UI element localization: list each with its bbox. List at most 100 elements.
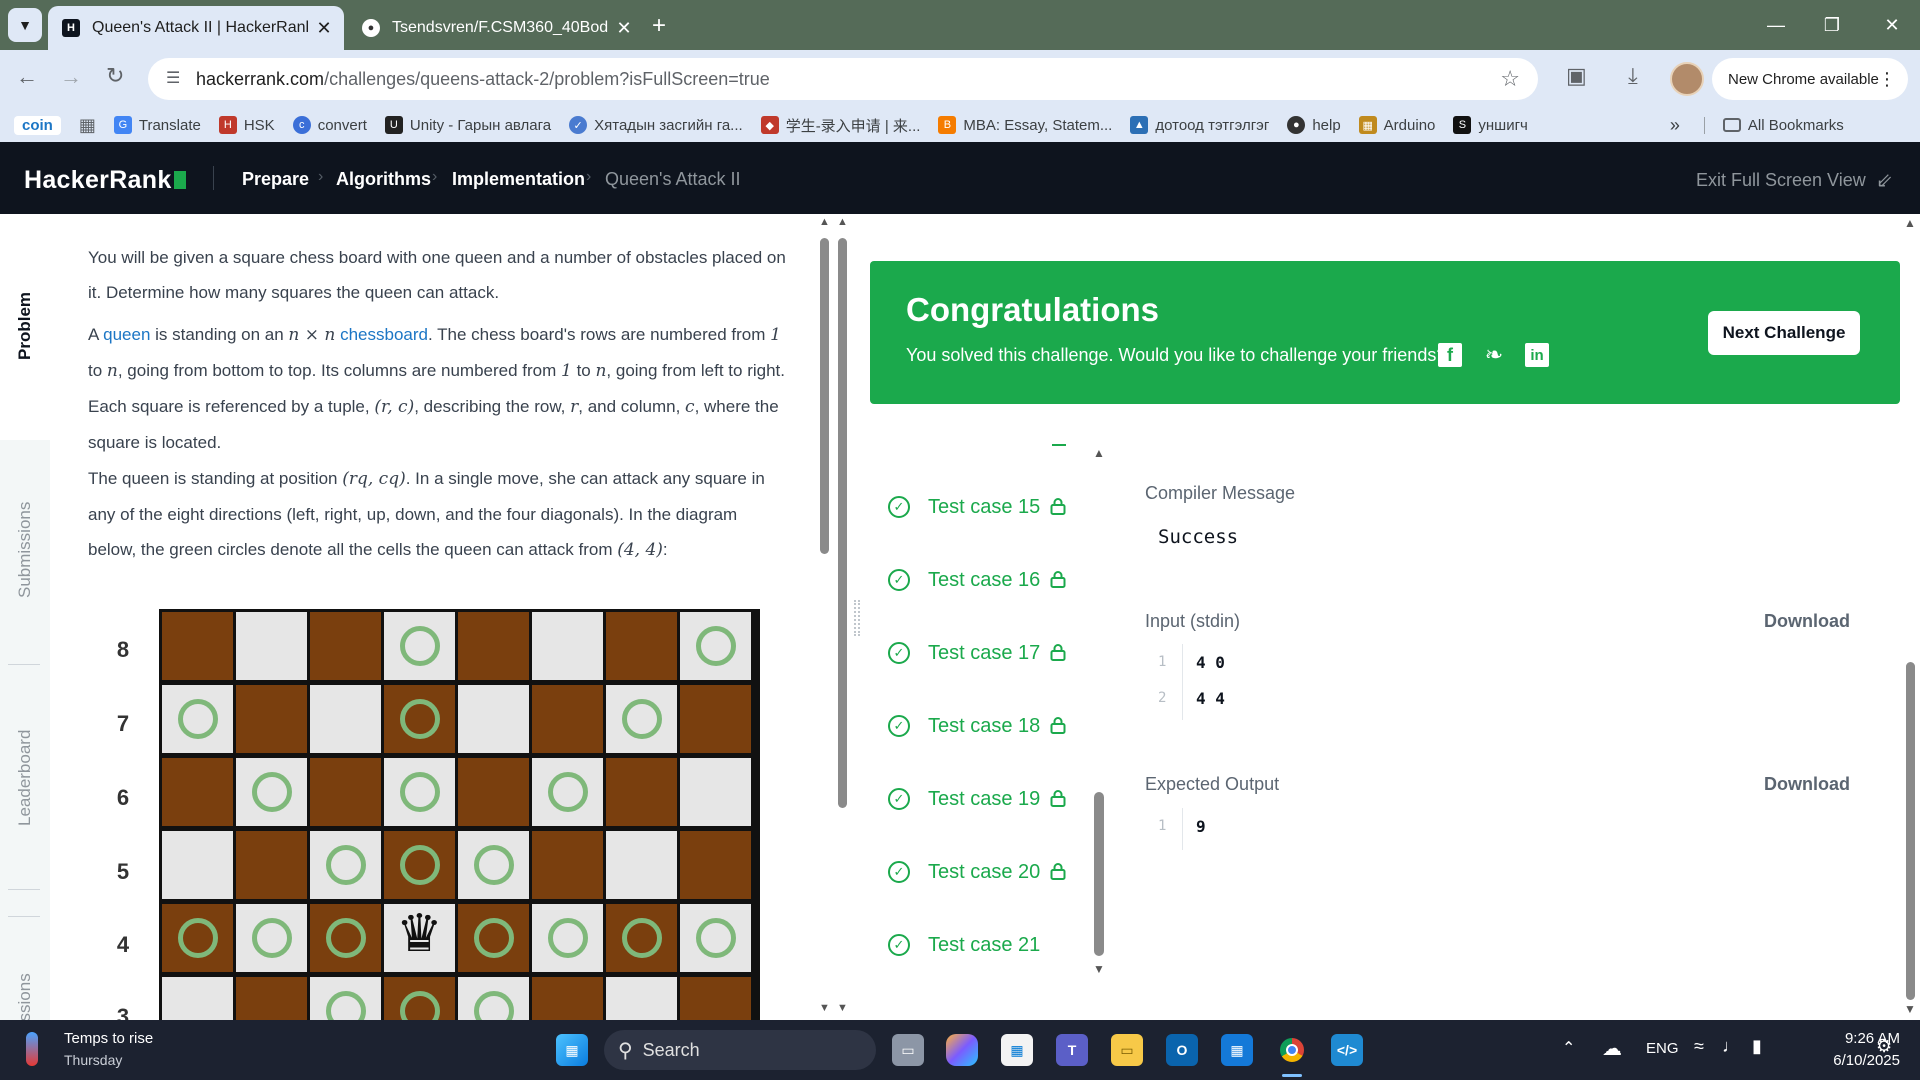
weather-title[interactable]: Temps to rise <box>64 1030 153 1047</box>
test-case-item[interactable]: ✓ Test case 16 <box>888 560 1088 600</box>
testcase-scrollbar[interactable]: ▲ ▼ <box>1090 446 1108 980</box>
bookmark-translate[interactable]: G Translate <box>113 116 201 134</box>
bookmark-reader[interactable]: Sуншигч <box>1453 116 1528 134</box>
back-icon[interactable]: ← <box>16 64 38 90</box>
chessboard-link[interactable]: chessboard <box>340 325 428 344</box>
test-case-item[interactable]: ✓ Test case 21 <box>888 925 1088 965</box>
bookmark-student[interactable]: ◆ 学生-录入申请 | 来... <box>760 115 920 136</box>
scrollbar-thumb[interactable] <box>820 238 829 554</box>
test-case-item[interactable]: ✓ Test case 15 <box>888 487 1088 527</box>
scroll-up-icon[interactable]: ▲ <box>1904 216 1916 230</box>
new-chrome-available-button[interactable]: New Chrome available ⋮ <box>1712 58 1908 100</box>
collapse-icon[interactable]: ⇙ <box>1876 168 1893 193</box>
minimize-button[interactable]: — <box>1748 0 1804 50</box>
thermometer-icon[interactable] <box>26 1032 38 1066</box>
apps-icon[interactable]: ▦ <box>79 115 96 136</box>
scroll-down-icon[interactable]: ▼ <box>819 1002 830 1014</box>
teams-icon[interactable]: T <box>1056 1034 1088 1066</box>
notification-icon[interactable]: ⚙ <box>1876 1036 1892 1057</box>
outlook-icon[interactable]: O <box>1166 1034 1198 1066</box>
url-text[interactable]: hackerrank.com/challenges/queens-attack-… <box>196 69 770 90</box>
breadcrumb-implementation[interactable]: Implementation <box>452 169 585 190</box>
scroll-down-icon[interactable]: ▼ <box>1904 1002 1916 1016</box>
close-icon[interactable]: ✕ <box>614 18 634 39</box>
page-scrollbar[interactable]: ▲ ▼ <box>1900 214 1920 1020</box>
breadcrumb-algorithms[interactable]: Algorithms <box>336 169 431 190</box>
tab-submissions[interactable]: Submissions <box>15 502 35 598</box>
extensions-icon[interactable]: ▣ <box>1566 63 1587 89</box>
bookmark-hsk[interactable]: H HSK <box>218 116 275 134</box>
bookmark-coin[interactable]: coin <box>14 115 61 135</box>
tab-hackerrank[interactable]: H Queen's Attack II | HackerRank ✕ <box>48 6 344 50</box>
windows-start-icon[interactable]: ▦ <box>556 1034 588 1066</box>
download-expected-link[interactable]: Download <box>1764 774 1850 795</box>
close-icon[interactable]: ✕ <box>314 18 334 39</box>
scroll-down-icon[interactable]: ▼ <box>1093 962 1105 976</box>
splitter-handle[interactable] <box>854 600 860 636</box>
exit-full-screen-link[interactable]: Exit Full Screen View <box>1696 170 1866 191</box>
bookmark-mba[interactable]: B MBA: Essay, Statem... <box>938 116 1112 134</box>
scroll-up-icon[interactable]: ▲ <box>1093 446 1105 460</box>
facebook-icon[interactable]: f <box>1438 343 1462 367</box>
more-icon[interactable]: ⋮ <box>1878 69 1896 90</box>
problem-scrollbar[interactable]: ▲ ▼ <box>816 214 834 1020</box>
address-bar[interactable]: ☰ hackerrank.com/challenges/queens-attac… <box>148 58 1538 100</box>
hackerrank-logo[interactable]: HackerRank <box>24 166 186 195</box>
scroll-up-icon[interactable]: ▲ <box>819 216 830 228</box>
scrollbar-thumb[interactable] <box>1094 792 1104 956</box>
bookmark-arduino[interactable]: ▦ Arduino <box>1358 116 1435 134</box>
download-input-link[interactable]: Download <box>1764 611 1850 632</box>
queen-link[interactable]: queen <box>103 325 150 344</box>
site-info-icon[interactable]: ☰ <box>166 68 180 88</box>
file-explorer-icon[interactable]: ▭ <box>1111 1034 1143 1066</box>
bookmark-convert[interactable]: c convert <box>292 116 367 134</box>
tab-problem[interactable]: Problem <box>15 292 35 360</box>
test-case-item[interactable]: ✓ Test case 18 <box>888 706 1088 746</box>
restore-button[interactable]: ❐ <box>1804 0 1860 50</box>
tab-leaderboard[interactable]: Leaderboard <box>15 730 35 826</box>
windows-app-icon[interactable]: ▦ <box>1221 1034 1253 1066</box>
scroll-up-icon[interactable]: ▲ <box>837 216 848 228</box>
wifi-icon[interactable]: ≈ <box>1694 1036 1704 1057</box>
close-window-button[interactable]: ✕ <box>1864 0 1920 50</box>
all-bookmarks[interactable]: All Bookmarks <box>1703 116 1844 134</box>
copilot-icon[interactable] <box>946 1034 978 1066</box>
twitter-icon[interactable]: ❧ <box>1482 342 1506 367</box>
task-view-icon[interactable]: ▭ <box>892 1034 924 1066</box>
vscode-icon[interactable]: </> <box>1331 1034 1363 1066</box>
download-icon[interactable]: ⤓ <box>1628 63 1638 89</box>
more-bookmarks-icon[interactable]: » <box>1670 115 1680 136</box>
tab-search-button[interactable]: ▼ <box>8 8 42 42</box>
board-square <box>162 904 233 972</box>
next-challenge-button[interactable]: Next Challenge <box>1708 311 1860 355</box>
chevron-up-icon[interactable]: ⌃ <box>1562 1038 1575 1058</box>
outer-scrollbar[interactable]: ▲ ▼ <box>834 214 852 1020</box>
test-case-item[interactable]: ✓ Test case 19 <box>888 779 1088 819</box>
scroll-down-icon[interactable]: ▼ <box>837 1002 848 1014</box>
onedrive-icon[interactable]: ☁ <box>1602 1036 1622 1061</box>
microsoft-store-icon[interactable]: ▦ <box>1001 1034 1033 1066</box>
tab-github[interactable]: ● Tsendsvren/F.CSM360_40Bodlo ✕ <box>348 6 644 50</box>
language-indicator[interactable]: ENG <box>1646 1040 1679 1057</box>
reader-icon: S <box>1453 116 1472 134</box>
test-case-item[interactable]: ✓ Test case 17 <box>888 633 1088 673</box>
avatar[interactable] <box>1670 62 1704 96</box>
linkedin-icon[interactable]: in <box>1525 343 1549 367</box>
scrollbar-thumb[interactable] <box>838 238 847 808</box>
star-icon[interactable]: ☆ <box>1500 66 1520 92</box>
battery-icon[interactable]: ▮ <box>1752 1036 1762 1057</box>
bookmark-unity[interactable]: U Unity - Гарын авлага <box>384 116 551 134</box>
reload-icon[interactable]: ↻ <box>106 63 124 89</box>
chrome-icon[interactable] <box>1276 1034 1308 1066</box>
scrollbar-thumb[interactable] <box>1906 662 1915 1000</box>
forward-icon[interactable]: → <box>60 64 82 90</box>
taskbar-search-box[interactable]: ⚲ Search <box>604 1030 876 1070</box>
bookmark-help[interactable]: ● help <box>1287 116 1341 134</box>
breadcrumb-prepare[interactable]: Prepare <box>242 169 309 190</box>
bookmark-china-gov[interactable]: ✓ Хятадын засгийн га... <box>569 116 743 134</box>
new-tab-button[interactable]: + <box>652 12 666 40</box>
bookmark-scholarship[interactable]: ▲ дотоод тэтгэлгэг <box>1130 116 1269 134</box>
test-case-label: Test case 21 <box>928 933 1041 956</box>
test-case-item[interactable]: ✓ Test case 20 <box>888 852 1088 892</box>
volume-icon[interactable]: ♩ <box>1722 1036 1740 1057</box>
